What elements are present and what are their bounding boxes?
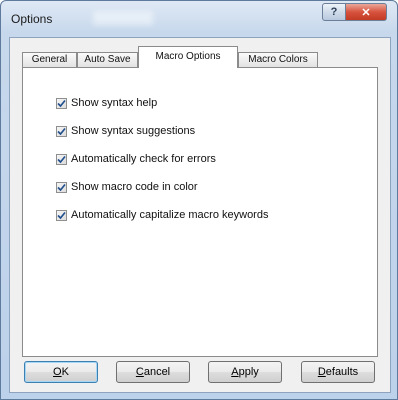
mnemonic: A <box>231 366 239 378</box>
mnemonic: D <box>317 366 326 378</box>
option-label: Show syntax suggestions <box>71 125 196 137</box>
button-label: efaults <box>325 366 359 378</box>
option-label: Show syntax help <box>71 97 158 109</box>
tab-macro-options[interactable]: Macro Options <box>138 46 238 68</box>
help-button[interactable]: ? <box>322 3 346 21</box>
checkbox[interactable] <box>56 97 67 109</box>
option-show-syntax-suggestions[interactable]: Show syntax suggestions <box>56 124 195 138</box>
option-show-syntax-help[interactable]: Show syntax help <box>56 96 157 110</box>
checkbox[interactable] <box>56 209 67 221</box>
ok-button[interactable]: OK <box>24 361 98 383</box>
option-label: Automatically capitalize macro keywords <box>71 209 269 221</box>
tab-general[interactable]: General <box>22 52 77 67</box>
option-label: Show macro code in color <box>71 181 198 193</box>
option-auto-capitalize-keywords[interactable]: Automatically capitalize macro keywords <box>56 208 268 222</box>
cancel-button[interactable]: Cancel <box>116 361 190 383</box>
mnemonic: O <box>53 366 62 378</box>
close-icon: ✕ <box>361 6 371 19</box>
button-label: K <box>61 366 69 378</box>
button-label: ancel <box>143 366 171 378</box>
mnemonic: C <box>135 366 144 378</box>
checkbox[interactable] <box>56 153 67 165</box>
button-label: pply <box>238 366 259 378</box>
checkmark-icon <box>57 183 66 191</box>
dialog-client-area: General Auto Save Macro Options Macro Co… <box>9 37 391 393</box>
checkmark-icon <box>57 99 66 107</box>
checkmark-icon <box>57 211 66 219</box>
title-bar-glass-highlight <box>93 11 153 25</box>
title-bar[interactable]: Options ? ✕ <box>1 1 397 37</box>
option-macro-code-color[interactable]: Show macro code in color <box>56 180 198 194</box>
option-label: Automatically check for errors <box>71 153 216 165</box>
checkmark-icon <box>57 155 66 163</box>
help-icon: ? <box>330 6 338 18</box>
checkbox[interactable] <box>56 125 67 137</box>
checkmark-icon <box>57 127 66 135</box>
defaults-button[interactable]: Defaults <box>301 361 375 383</box>
window-title: Options <box>11 12 53 26</box>
checkbox[interactable] <box>56 181 67 193</box>
tab-macro-colors[interactable]: Macro Colors <box>238 52 318 67</box>
option-auto-check-errors[interactable]: Automatically check for errors <box>56 152 216 166</box>
options-dialog: Options ? ✕ General Auto Save Macro Opti… <box>0 0 398 400</box>
apply-button[interactable]: Apply <box>208 361 282 383</box>
tab-auto-save[interactable]: Auto Save <box>77 52 138 67</box>
macro-options-panel: Show syntax help Show syntax suggestions… <box>22 67 378 357</box>
close-button[interactable]: ✕ <box>345 3 387 21</box>
